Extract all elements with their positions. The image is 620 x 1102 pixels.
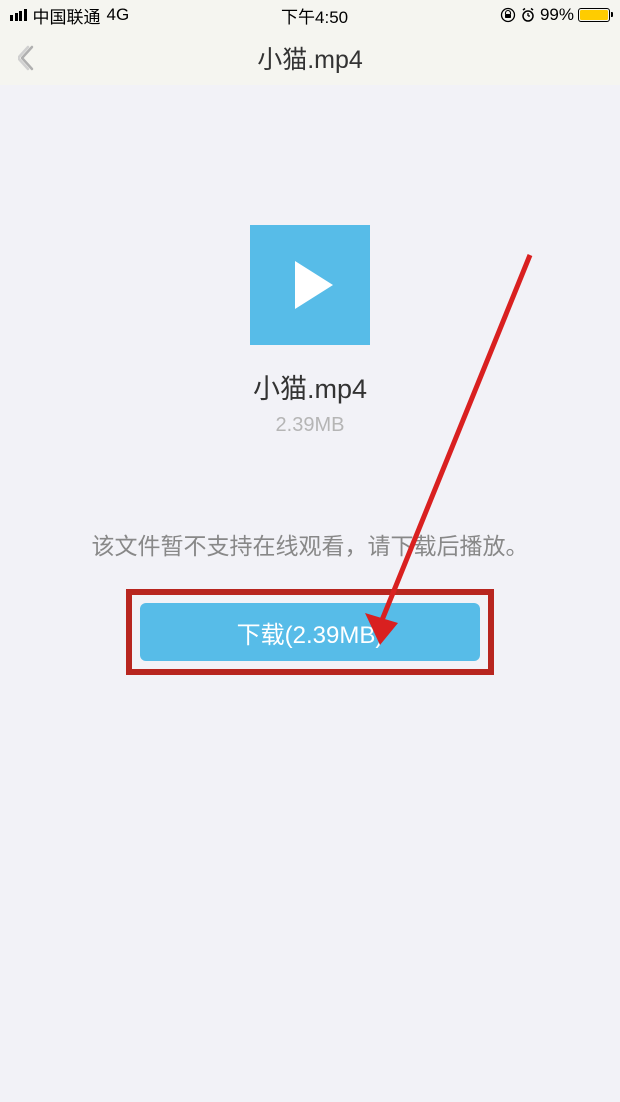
- battery-icon: [578, 8, 610, 22]
- status-right: 99%: [500, 5, 610, 25]
- status-left: 中国联通 4G: [10, 3, 129, 28]
- play-icon: [295, 261, 333, 309]
- status-bar: 中国联通 4G 下午4:50 99%: [0, 0, 620, 30]
- chevron-left-icon: [18, 44, 36, 72]
- download-highlight-box: 下载(2.39MB): [126, 589, 494, 675]
- alarm-icon: [520, 7, 536, 23]
- status-time: 下午4:50: [281, 3, 348, 28]
- signal-icon: [10, 9, 27, 21]
- file-name: 小猫.mp4: [253, 367, 367, 406]
- hint-text: 该文件暂不支持在线观看，请下载后播放。: [92, 527, 529, 561]
- lock-rotation-icon: [500, 7, 516, 23]
- network-label: 4G: [107, 5, 130, 25]
- file-video-icon: [250, 225, 370, 345]
- page-title: 小猫.mp4: [0, 40, 620, 76]
- battery-percent: 99%: [540, 5, 574, 25]
- content: 小猫.mp4 2.39MB 该文件暂不支持在线观看，请下载后播放。 下载(2.3…: [0, 85, 620, 1102]
- carrier-label: 中国联通: [33, 3, 101, 28]
- back-button[interactable]: [12, 43, 42, 73]
- file-size: 2.39MB: [276, 414, 345, 437]
- download-button[interactable]: 下载(2.39MB): [140, 603, 480, 661]
- header: 小猫.mp4: [0, 30, 620, 85]
